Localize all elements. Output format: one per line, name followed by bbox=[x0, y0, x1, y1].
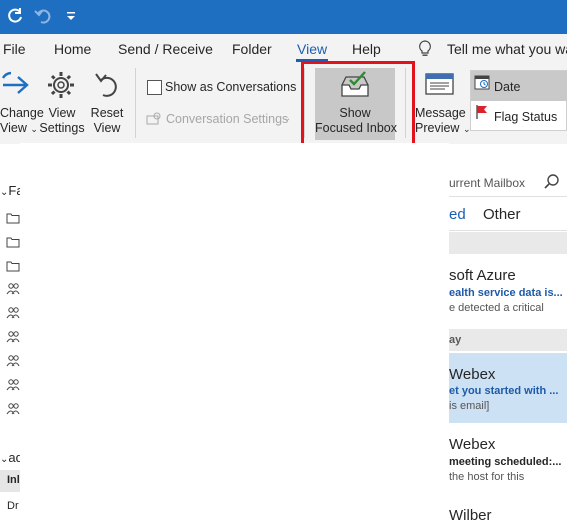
inbox-label: Inl bbox=[7, 474, 20, 486]
menu-file[interactable]: File bbox=[3, 41, 26, 57]
inbox-folder[interactable]: Inl bbox=[0, 470, 20, 492]
chevron-down-icon: ⌄ bbox=[30, 124, 38, 134]
ribbon-separator bbox=[304, 68, 305, 138]
focused-inbox-label-2: Focused Inbox bbox=[315, 121, 397, 135]
view-settings-icon[interactable] bbox=[46, 70, 76, 105]
sort-date-label: Date bbox=[494, 80, 521, 94]
message-subject: ealth service data is... bbox=[449, 287, 563, 299]
change-view-label-2: View bbox=[0, 121, 27, 135]
change-view-icon[interactable] bbox=[1, 70, 31, 105]
message-preview-label-1: Message bbox=[415, 106, 466, 120]
tab-focused[interactable]: ed bbox=[449, 206, 466, 223]
list-item[interactable]: Wilber bbox=[449, 502, 567, 521]
list-item[interactable]: Webex meeting scheduled:... the host for… bbox=[449, 427, 567, 497]
group-icon[interactable] bbox=[6, 402, 20, 416]
message-preview-label-2: Preview bbox=[415, 121, 460, 135]
show-as-conversations-label[interactable]: Show as Conversations bbox=[165, 80, 296, 95]
menu-send-receive[interactable]: Send / Receive bbox=[118, 41, 213, 57]
list-item[interactable]: soft Azure ealth service data is... e de… bbox=[449, 254, 567, 330]
reset-view-button[interactable]: Reset View bbox=[88, 106, 126, 136]
group-icon[interactable] bbox=[6, 282, 20, 296]
divider bbox=[449, 196, 567, 197]
calendar-icon bbox=[474, 74, 490, 95]
show-as-conversations-checkbox[interactable] bbox=[147, 80, 162, 95]
group-icon[interactable] bbox=[6, 306, 20, 320]
reset-view-icon[interactable] bbox=[93, 70, 123, 105]
menu-view[interactable]: View bbox=[297, 41, 327, 57]
message-preview-icon[interactable] bbox=[425, 72, 455, 103]
customize-qat-icon[interactable] bbox=[60, 6, 82, 28]
message-list-pane: urrent Mailbox ed Other soft Azure ealth… bbox=[449, 144, 567, 521]
change-view-button[interactable]: Change View ⌄ bbox=[0, 106, 44, 137]
lightbulb-icon bbox=[417, 40, 433, 63]
message-preview: the host for this bbox=[449, 471, 525, 483]
ribbon-separator bbox=[135, 68, 136, 138]
message-sender: soft Azure bbox=[449, 267, 516, 284]
date-group-header: ay bbox=[449, 329, 567, 351]
title-bar bbox=[0, 0, 567, 34]
undo-icon[interactable] bbox=[32, 6, 54, 28]
folder-icon[interactable] bbox=[6, 259, 20, 273]
list-item-selected[interactable]: Webex et you started with ... is email] bbox=[449, 353, 567, 423]
message-subject: et you started with ... bbox=[449, 385, 559, 397]
folder-icon[interactable] bbox=[6, 235, 20, 249]
menu-home[interactable]: Home bbox=[54, 41, 91, 57]
message-preview: e detected a critical bbox=[449, 302, 544, 314]
group-icon[interactable] bbox=[6, 378, 20, 392]
change-view-label-1: Change bbox=[0, 106, 44, 120]
sync-icon[interactable] bbox=[4, 6, 26, 28]
menu-help[interactable]: Help bbox=[352, 41, 381, 57]
message-sender: Wilber bbox=[449, 507, 492, 521]
flag-icon bbox=[475, 104, 489, 125]
message-preview: is email] bbox=[449, 400, 490, 412]
search-scope[interactable]: urrent Mailbox bbox=[449, 176, 525, 190]
group-icon[interactable] bbox=[6, 354, 20, 368]
focused-inbox-label-1: Show bbox=[339, 106, 371, 120]
view-settings-button[interactable]: View Settings bbox=[39, 106, 85, 136]
folder-icon[interactable] bbox=[6, 211, 20, 225]
blank-overlay bbox=[20, 143, 449, 521]
tell-me-box[interactable]: Tell me what you war bbox=[447, 41, 567, 57]
message-sender: Webex bbox=[449, 366, 496, 383]
show-focused-inbox-label: Show Focused Inbox bbox=[315, 106, 397, 136]
chevron-down-icon: ⌄ bbox=[283, 113, 292, 124]
search-icon[interactable] bbox=[543, 173, 561, 196]
message-preview-button[interactable]: Message Preview ⌄ bbox=[415, 106, 471, 137]
focused-inbox-icon bbox=[340, 71, 370, 104]
view-settings-label-1: View bbox=[48, 106, 76, 120]
sort-flag-status[interactable]: Flag Status bbox=[494, 110, 557, 125]
message-sender: Webex bbox=[449, 436, 496, 453]
ribbon-separator bbox=[405, 68, 406, 138]
date-group-header bbox=[449, 232, 567, 254]
divider bbox=[449, 230, 567, 231]
menu-folder[interactable]: Folder bbox=[232, 41, 272, 57]
reset-view-label-1: Reset bbox=[90, 106, 124, 120]
active-tab-indicator bbox=[296, 59, 328, 62]
folder-pane: ⌄Fa ⌄ad Inl Dr bbox=[0, 144, 24, 521]
tab-other[interactable]: Other bbox=[483, 206, 521, 223]
message-subject: meeting scheduled:... bbox=[449, 456, 562, 468]
drafts-folder[interactable]: Dr bbox=[7, 500, 19, 512]
conversation-settings-button[interactable]: Conversation Settings bbox=[166, 112, 288, 127]
date-group-label: ay bbox=[449, 334, 462, 346]
menu-bar: File Home Send / Receive Folder View Hel… bbox=[0, 34, 567, 64]
group-icon[interactable] bbox=[6, 330, 20, 344]
reset-view-label-2: View bbox=[93, 121, 121, 135]
view-settings-label-2: Settings bbox=[39, 121, 85, 135]
conversation-settings-icon bbox=[146, 111, 162, 132]
